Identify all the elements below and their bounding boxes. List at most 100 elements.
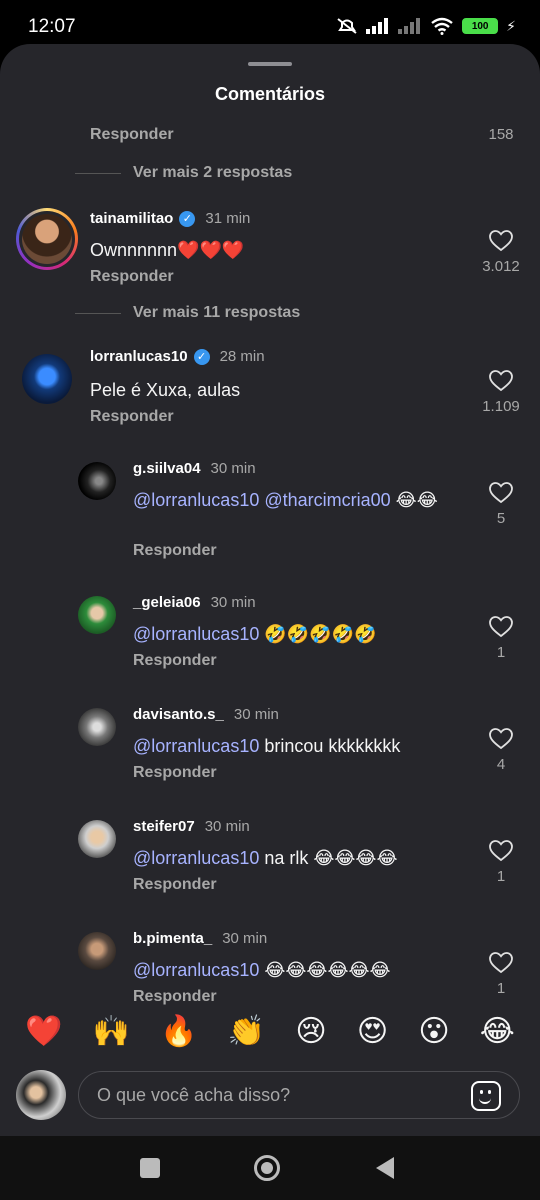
username[interactable]: lorranlucas10 — [90, 348, 188, 365]
like-button[interactable]: 3.012 — [471, 230, 531, 275]
reaction-laughing[interactable]: 😂 — [480, 1014, 515, 1049]
like-button[interactable]: 158 — [471, 120, 531, 143]
reply-header: davisanto.s_ 30 min — [133, 706, 279, 723]
verified-badge-icon: ✓ — [179, 210, 196, 227]
reply-body: na rlk 😂😂😂😂 — [259, 848, 398, 868]
reply-button[interactable]: Responder — [90, 126, 174, 144]
back-button[interactable] — [376, 1157, 394, 1179]
reply-time: 30 min — [233, 706, 279, 723]
username[interactable]: _geleia06 — [133, 594, 201, 611]
mention-link[interactable]: @lorranlucas10 — [133, 736, 259, 756]
comment-time: 28 min — [219, 348, 265, 365]
mention-link[interactable]: @lorranlucas10 — [133, 624, 259, 644]
like-count: 1 — [496, 980, 506, 997]
avatar[interactable] — [22, 354, 72, 404]
heart-icon — [489, 482, 513, 504]
reaction-heart-eyes[interactable]: 😍 — [357, 1014, 388, 1049]
like-button[interactable]: 1.109 — [471, 370, 531, 415]
recents-button[interactable] — [140, 1158, 160, 1178]
mention-link[interactable]: @lorranlucas10 — [133, 960, 259, 980]
like-count: 1 — [496, 868, 506, 885]
home-button[interactable] — [254, 1155, 280, 1181]
like-count: 4 — [496, 756, 506, 773]
heart-icon — [489, 370, 513, 392]
reply-body: 😂😂 — [390, 490, 438, 510]
reply-button[interactable]: Responder — [133, 542, 217, 560]
reaction-surprised[interactable]: 😮 — [418, 1014, 449, 1049]
reply-button[interactable]: Responder — [133, 876, 217, 894]
avatar[interactable] — [78, 708, 116, 746]
mention-link[interactable]: @lorranlucas10 @tharcimcria00 — [133, 490, 391, 510]
avatar[interactable] — [78, 596, 116, 634]
reply-header: b.pimenta_ 30 min — [133, 930, 267, 947]
like-count: 1 — [496, 644, 506, 661]
like-button[interactable]: 5 — [471, 482, 531, 527]
view-more-replies[interactable]: Ver mais 11 respostas — [75, 304, 300, 322]
like-button[interactable]: 1 — [471, 952, 531, 997]
reply-button[interactable]: Responder — [90, 408, 174, 426]
reply-text: @lorranlucas10 🤣🤣🤣🤣🤣 — [133, 622, 463, 646]
username[interactable]: davisanto.s_ — [133, 706, 224, 723]
reply-button[interactable]: Responder — [90, 268, 174, 286]
comment-header: lorranlucas10 ✓ 28 min — [90, 348, 265, 365]
reply-button[interactable]: Responder — [133, 652, 217, 670]
like-button[interactable]: 1 — [471, 616, 531, 661]
reaction-heart[interactable]: ❤️ — [25, 1014, 62, 1049]
quick-reactions-bar: ❤️ 🙌 🔥 👏 😢 😍 😮 😂 — [0, 1000, 540, 1062]
comment-composer — [0, 1070, 540, 1130]
reply-body: 😂😂😂😂😂😂 — [259, 960, 391, 980]
divider-line — [75, 312, 121, 314]
charging-icon: ⚡ — [506, 17, 516, 34]
view-more-replies-label: Ver mais 11 respostas — [133, 304, 301, 321]
comment-header: tainamilitao ✓ 31 min — [90, 210, 250, 227]
reply-text: @lorranlucas10 na rlk 😂😂😂😂 — [133, 846, 463, 870]
reaction-crying[interactable]: 😢 — [295, 1014, 326, 1049]
reply-time: 30 min — [210, 594, 256, 611]
reply-header: steifer07 30 min — [133, 818, 250, 835]
comment-text: Ownnnnnn❤️❤️❤️ — [90, 240, 245, 260]
comment-input[interactable] — [97, 1072, 457, 1118]
like-button[interactable]: 4 — [471, 728, 531, 773]
reaction-clap[interactable]: 👏 — [228, 1014, 265, 1049]
sheet-title: Comentários — [214, 84, 326, 104]
status-time: 12:07 — [28, 16, 76, 37]
like-count: 1.109 — [482, 398, 520, 415]
reply-time: 30 min — [204, 818, 250, 835]
view-more-replies[interactable]: Ver mais 2 respostas — [75, 164, 292, 182]
comments-list[interactable]: Responder 158 Ver mais 2 respostas taina… — [0, 120, 540, 1040]
reply-text: @lorranlucas10 brincou kkkkkkkk — [133, 734, 463, 758]
verified-badge-icon: ✓ — [193, 348, 210, 365]
reply-text: @lorranlucas10 @tharcimcria00 😂😂 — [133, 488, 463, 512]
username[interactable]: steifer07 — [133, 818, 195, 835]
heart-icon — [489, 952, 513, 974]
comment-text: Pele é Xuxa, aulas — [90, 380, 241, 400]
avatar[interactable] — [78, 820, 116, 858]
reply-body: brincou kkkkkkkk — [259, 736, 401, 756]
reaction-fire[interactable]: 🔥 — [160, 1014, 197, 1049]
drag-handle[interactable] — [248, 62, 292, 66]
like-count: 3.012 — [482, 258, 520, 275]
like-button[interactable]: 1 — [471, 840, 531, 885]
sticker-icon[interactable] — [471, 1081, 501, 1111]
avatar[interactable] — [78, 462, 116, 500]
reply-button[interactable]: Responder — [133, 764, 217, 782]
avatar[interactable] — [16, 1070, 66, 1120]
comment-input-box[interactable] — [78, 1071, 520, 1119]
signal-icon-2 — [398, 18, 421, 34]
username[interactable]: tainamilitao — [90, 210, 173, 227]
reply-time: 30 min — [210, 460, 256, 477]
heart-icon — [489, 840, 513, 862]
avatar[interactable] — [78, 932, 116, 970]
signal-icon — [366, 18, 389, 34]
username[interactable]: g.siilva04 — [133, 460, 201, 477]
reply-header: g.siilva04 30 min — [133, 460, 256, 477]
system-nav-bar — [0, 1136, 540, 1200]
like-count: 5 — [496, 510, 506, 527]
wifi-icon — [431, 17, 453, 35]
avatar[interactable] — [22, 214, 72, 264]
reply-time: 30 min — [222, 930, 268, 947]
reply-body: 🤣🤣🤣🤣🤣 — [259, 624, 377, 644]
username[interactable]: b.pimenta_ — [133, 930, 212, 947]
mention-link[interactable]: @lorranlucas10 — [133, 848, 259, 868]
reaction-raising-hands[interactable]: 🙌 — [93, 1014, 130, 1049]
